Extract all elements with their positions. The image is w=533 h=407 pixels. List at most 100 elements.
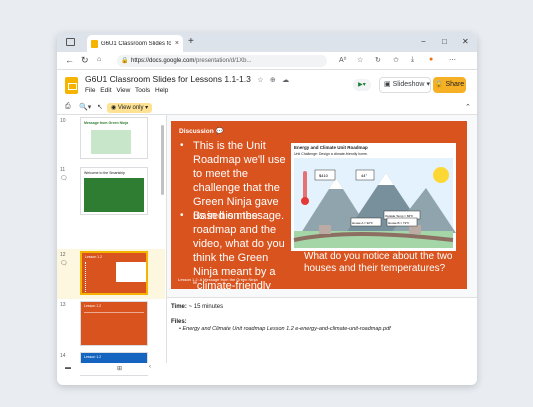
- new-tab-button[interactable]: +: [188, 36, 194, 47]
- thumb-title: Lesson 1.2: [84, 304, 102, 308]
- read-aloud-icon[interactable]: A⁰: [339, 56, 346, 64]
- current-slide: Discussion 💬 • This is the Unit Roadmap …: [171, 121, 467, 289]
- filmstrip-scrollbar[interactable]: [161, 125, 164, 195]
- roadmap-label: Outside Temp = 84°F: [385, 214, 413, 218]
- slide-number: 11: [60, 167, 66, 173]
- minimize-button[interactable]: −: [421, 37, 426, 46]
- file-name: Energy and Climate Unit roadmap Lesson 1…: [182, 326, 391, 332]
- maximize-button[interactable]: □: [442, 37, 447, 46]
- cloud-status-icon: ☁: [282, 77, 290, 84]
- slide-thumbnail-10[interactable]: Message from Green Ninja: [80, 117, 148, 159]
- menu-view[interactable]: View: [116, 87, 130, 94]
- thumb-image: [91, 130, 131, 154]
- notes-files: Files:: [171, 319, 187, 325]
- slide-filmstrip: 10 Message from Green Ninja 11 🗨 Welcome…: [57, 115, 167, 376]
- thumb-title: Welcome to the Smartship: [84, 171, 125, 175]
- favorites-bar-icon[interactable]: ✩: [393, 56, 399, 64]
- app-header: G6U1 Classroom Slides for Lessons 1.1-1.…: [57, 71, 477, 101]
- collapse-panel-icon[interactable]: ‹: [149, 364, 151, 370]
- comment-icon: 🗨: [60, 176, 68, 182]
- thumb-title: Lesson 1.2: [84, 355, 102, 359]
- editor-area: Discussion 💬 • This is the Unit Roadmap …: [167, 115, 477, 373]
- roadmap-illustration: $410 44° Outside Temp = 84°F House A = 9…: [293, 158, 456, 248]
- doc-title-text[interactable]: G6U1 Classroom Slides for Lessons 1.1-1.…: [85, 74, 251, 84]
- url-field[interactable]: 🔒 https://docs.google.com/presentation/d…: [117, 55, 327, 67]
- reload-icon[interactable]: ↻: [81, 55, 89, 66]
- slide-number: 14: [60, 353, 66, 359]
- menu-tools[interactable]: Tools: [135, 87, 150, 94]
- slide-thumbnail-11[interactable]: Welcome to the Smartship: [80, 167, 148, 215]
- roadmap-label: House A = 92°F: [352, 221, 373, 225]
- comment-icon: 🗨: [60, 261, 68, 267]
- slideshow-dropdown-icon[interactable]: ▾: [426, 81, 430, 88]
- home-icon[interactable]: ⌂: [97, 56, 101, 63]
- menu-edit[interactable]: Edit: [100, 87, 111, 94]
- thumb-title: Message from Green Ninja: [84, 121, 129, 125]
- address-bar-row: ← ↻ ⌂ 🔒 https://docs.google.com/presenta…: [57, 52, 477, 70]
- toolbar: ⎙ 🔍▾ ↖ ◉ View only ▾ ⌃: [57, 101, 477, 115]
- slide-footer: Lesson 1.2: A Message from the Green Nin…: [178, 277, 258, 282]
- slides-logo-icon[interactable]: [65, 77, 78, 94]
- print-icon[interactable]: ⎙: [65, 103, 71, 111]
- time-value: ~ 15 minutes: [188, 304, 224, 310]
- speech-bubble-icon: 💬: [215, 128, 224, 135]
- slideshow-label: Slideshow: [392, 81, 425, 88]
- view-only-label: View only: [117, 105, 144, 111]
- slide-number: 10: [60, 118, 66, 124]
- thumb-image: [84, 178, 144, 212]
- slide-number: 12: [60, 252, 66, 258]
- thumb-title: Lesson 1.2: [85, 255, 103, 259]
- view-only-badge[interactable]: ◉ View only ▾: [107, 103, 153, 113]
- notes-file-item: • Energy and Climate Unit roadmap Lesson…: [179, 326, 391, 332]
- notes-time: Time: ~ 15 minutes: [171, 304, 223, 310]
- slide-heading: Discussion 💬: [179, 127, 224, 135]
- share-label: Share: [445, 81, 465, 88]
- menu-bar: File Edit View Tools Help: [85, 87, 168, 94]
- slideshow-icon: ▣: [384, 81, 391, 88]
- slide-question: What do you notice about the two houses …: [304, 251, 453, 274]
- lock-icon: 🔒: [121, 58, 129, 64]
- window-menu-icon[interactable]: [66, 38, 75, 46]
- tab-bar: G6U1 Classroom Slides for Lesso × + − □ …: [57, 33, 477, 52]
- share-lock-icon: 🔒: [434, 81, 444, 88]
- discussion-label: Discussion: [179, 128, 214, 135]
- roadmap-label: 44°: [361, 173, 367, 178]
- filmstrip-bottom-bar: ▬ ⊞ ‹: [57, 363, 167, 375]
- files-label: Files:: [171, 319, 187, 325]
- collapse-icon[interactable]: ⌃: [465, 103, 471, 111]
- select-cursor-icon[interactable]: ↖: [97, 103, 103, 111]
- favorite-icon[interactable]: ☆: [357, 56, 363, 64]
- speaker-notes[interactable]: Time: ~ 15 minutes Files: • Energy and C…: [167, 297, 477, 373]
- tab-title: G6U1 Classroom Slides for Lesso: [101, 40, 171, 47]
- refresh-ext-icon[interactable]: ↻: [375, 56, 381, 64]
- browser-window: G6U1 Classroom Slides for Lesso × + − □ …: [57, 33, 477, 385]
- url-path: /presentation/d/1Xb...: [194, 58, 252, 64]
- slide-thumbnail-13[interactable]: Lesson 1.2: [80, 301, 148, 346]
- move-icon[interactable]: ⊕: [270, 77, 276, 84]
- back-icon[interactable]: ←: [65, 55, 74, 65]
- menu-help[interactable]: Help: [155, 87, 168, 94]
- time-label: Time:: [171, 304, 187, 310]
- url-host: https://docs.google.com: [131, 58, 195, 64]
- slideshow-button[interactable]: ▣ Slideshow ▾: [379, 77, 431, 93]
- slide-thumbnail-12[interactable]: Lesson 1.2: [80, 251, 148, 295]
- thumb-text-lines: [85, 262, 113, 292]
- roadmap-image: Energy and Climate Unit Roadmap Unit Cha…: [291, 143, 456, 251]
- slide-number: 13: [60, 302, 66, 308]
- thumb-text-lines: [84, 312, 144, 340]
- close-window-button[interactable]: ✕: [462, 37, 469, 46]
- share-button[interactable]: 🔒 Share: [433, 77, 466, 93]
- thumb-image: [116, 262, 146, 282]
- star-icon[interactable]: ☆: [257, 77, 263, 84]
- more-icon[interactable]: ⋯: [449, 56, 456, 64]
- grid-view-icon[interactable]: ⊞: [117, 365, 122, 372]
- tab-close-icon[interactable]: ×: [175, 40, 179, 47]
- browser-tab[interactable]: G6U1 Classroom Slides for Lesso ×: [87, 35, 183, 52]
- menu-file[interactable]: File: [85, 87, 95, 94]
- meet-button[interactable]: ▶▾: [353, 79, 371, 91]
- filmstrip-view-icon[interactable]: ▬: [65, 365, 71, 371]
- slides-favicon-icon: [91, 39, 98, 48]
- download-icon[interactable]: ⤓: [411, 56, 414, 64]
- extension-icon[interactable]: ●: [429, 56, 433, 63]
- zoom-icon[interactable]: 🔍▾: [79, 103, 91, 111]
